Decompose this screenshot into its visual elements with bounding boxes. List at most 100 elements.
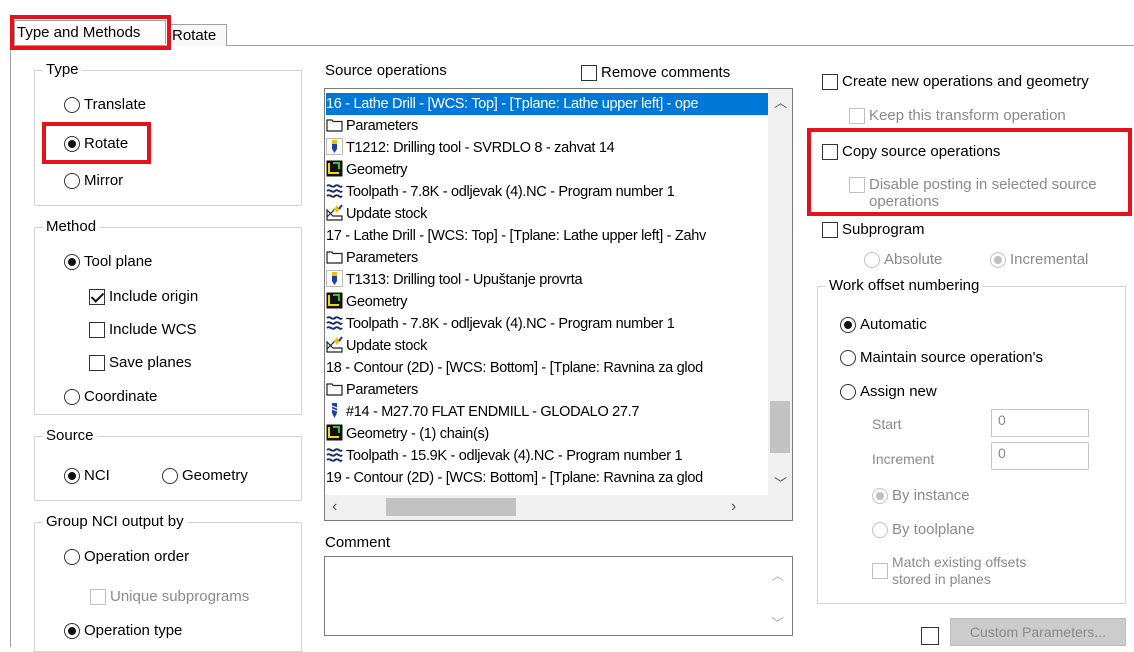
checkbox-disabled [849, 177, 865, 193]
source-operations-rows: 16 - Lathe Drill - [WCS: Top] - [Tplane:… [325, 89, 768, 495]
radio-rotate-label: Rotate [84, 135, 129, 152]
method-group-title: Method [43, 218, 100, 236]
radio-rotate[interactable]: Rotate [64, 135, 128, 152]
checkbox [822, 144, 838, 160]
radio-operation-order-label: Operation order [84, 548, 190, 565]
update-stock-icon [326, 336, 343, 353]
source-operations-list[interactable]: 16 - Lathe Drill - [WCS: Top] - [Tplane:… [324, 88, 793, 521]
radio-absolute-label: Absolute [884, 251, 943, 268]
list-item-text: Geometry [346, 162, 408, 178]
group-nci-title: Group NCI output by [43, 513, 187, 531]
check-disable-posting[interactable]: Disable posting in selected source opera… [849, 176, 1097, 210]
horizontal-scrollbar[interactable]: ‹ › [325, 495, 792, 520]
radio-mirror[interactable]: Mirror [64, 172, 123, 189]
comment-label: Comment [325, 534, 391, 551]
radio-incremental[interactable]: Incremental [990, 251, 1088, 268]
check-unique-subprograms[interactable]: Unique subprograms [90, 588, 249, 605]
radio-translate[interactable]: Translate [64, 96, 146, 113]
radio-dot [840, 383, 856, 400]
check-create-new[interactable]: Create new operations and geometry [822, 73, 1089, 90]
check-copy-source[interactable]: Copy source operations [822, 143, 1000, 160]
tab-type-and-methods[interactable]: Type and Methods [14, 20, 166, 44]
scroll-up-icon[interactable]: ︿ [774, 92, 787, 111]
horizontal-scroll-thumb[interactable] [386, 498, 516, 516]
vertical-scroll-thumb[interactable] [770, 401, 790, 453]
list-item[interactable]: Toolpath - 7.8K - odljevak (4).NC - Prog… [326, 181, 768, 203]
textarea-scroll-down-icon[interactable]: ﹀ [771, 613, 784, 632]
vertical-scrollbar[interactable]: ︿ ﹀ [768, 89, 792, 495]
update-stock-icon [326, 204, 343, 221]
checkbox-disabled [872, 563, 888, 579]
radio-dot-selected [64, 622, 80, 639]
folder-icon [326, 380, 343, 397]
radio-incremental-label: Incremental [1010, 251, 1089, 268]
disable-posting-line-1: Disable posting in selected source [869, 176, 1097, 193]
radio-operation-order[interactable]: Operation order [64, 548, 189, 565]
radio-tool-plane[interactable]: Tool plane [64, 253, 152, 270]
check-subprogram-label: Subprogram [842, 221, 925, 238]
radio-absolute[interactable]: Absolute [864, 251, 942, 268]
radio-dot-disabled-selected [872, 487, 888, 504]
list-item[interactable]: 18 - Contour (2D) - [WCS: Bottom] - [Tpl… [326, 357, 768, 379]
radio-automatic[interactable]: Automatic [840, 316, 927, 333]
list-item-selected[interactable]: 16 - Lathe Drill - [WCS: Top] - [Tplane:… [326, 93, 768, 115]
radio-geometry[interactable]: Geometry [162, 467, 248, 484]
check-subprogram[interactable]: Subprogram [822, 221, 925, 238]
radio-mirror-label: Mirror [84, 172, 124, 189]
list-item[interactable]: Parameters [326, 115, 768, 137]
scroll-right-icon[interactable]: › [731, 498, 736, 516]
radio-tool-plane-label: Tool plane [84, 253, 153, 270]
tab-rotate[interactable]: Rotate [169, 24, 227, 46]
radio-assign-new[interactable]: Assign new [840, 383, 937, 400]
check-remove-comments[interactable]: Remove comments [581, 64, 730, 81]
list-item[interactable]: Toolpath - 15.9K - odljevak (4).NC - Pro… [326, 445, 768, 467]
list-item[interactable]: Parameters [326, 379, 768, 401]
folder-icon [326, 248, 343, 265]
comment-textarea[interactable]: ︿ ﹀ [324, 556, 793, 636]
list-item[interactable]: Geometry [326, 291, 768, 313]
check-custom-parameters[interactable] [921, 626, 943, 645]
list-item[interactable]: Geometry [326, 159, 768, 181]
scroll-down-icon[interactable]: ﹀ [774, 473, 787, 492]
increment-input[interactable]: 0 [991, 442, 1089, 470]
list-item-text: 19 - Contour (2D) - [WCS: Bottom] - [Tpl… [326, 470, 703, 486]
list-item[interactable]: Geometry - (1) chain(s) [326, 423, 768, 445]
radio-automatic-label: Automatic [860, 316, 927, 333]
folder-icon [326, 116, 343, 133]
check-include-wcs[interactable]: Include WCS [89, 321, 197, 338]
check-include-origin-label: Include origin [109, 288, 199, 305]
radio-dot-disabled-selected [990, 251, 1006, 268]
radio-nci[interactable]: NCI [64, 467, 110, 484]
radio-maintain-source[interactable]: Maintain source operation's [840, 349, 1043, 366]
radio-by-instance[interactable]: By instance [872, 487, 970, 504]
radio-operation-type[interactable]: Operation type [64, 622, 182, 639]
check-match-offsets[interactable]: Match existing offsets stored in planes [872, 554, 1026, 588]
check-keep-transform[interactable]: Keep this transform operation [849, 107, 1066, 124]
increment-label: Increment [872, 451, 935, 467]
checkbox [581, 65, 597, 81]
start-input[interactable]: 0 [991, 409, 1089, 437]
list-item-text: 16 - Lathe Drill - [WCS: Top] - [Tplane:… [326, 96, 699, 112]
geometry-icon [326, 160, 343, 177]
check-save-planes[interactable]: Save planes [89, 354, 192, 371]
list-item[interactable]: 17 - Lathe Drill - [WCS: Top] - [Tplane:… [326, 225, 768, 247]
radio-nci-label: NCI [84, 467, 110, 484]
list-item-text: Parameters [346, 382, 418, 398]
list-item[interactable]: Parameters [326, 247, 768, 269]
check-include-origin[interactable]: Include origin [89, 288, 198, 305]
match-offsets-line-2: stored in planes [892, 571, 991, 587]
list-item[interactable]: Update stock [326, 203, 768, 225]
list-item[interactable]: Toolpath - 7.8K - odljevak (4).NC - Prog… [326, 313, 768, 335]
disable-posting-line-2: operations [869, 193, 940, 210]
scroll-left-icon[interactable]: ‹ [332, 498, 337, 516]
list-item[interactable]: T1313: Drilling tool - Upuštanje provrta [326, 269, 768, 291]
custom-parameters-button[interactable]: Custom Parameters... [950, 618, 1126, 646]
radio-by-toolplane[interactable]: By toolplane [872, 521, 975, 538]
list-item[interactable]: #14 - M27.70 FLAT ENDMILL - GLODALO 27.7 [326, 401, 768, 423]
radio-coordinate[interactable]: Coordinate [64, 388, 157, 405]
textarea-scroll-up-icon[interactable]: ︿ [771, 565, 784, 584]
list-item[interactable]: 19 - Contour (2D) - [WCS: Bottom] - [Tpl… [326, 467, 768, 489]
list-item[interactable]: T1212: Drilling tool - SVRDLO 8 - zahvat… [326, 137, 768, 159]
list-item[interactable]: Update stock [326, 335, 768, 357]
list-item-text: Toolpath - 7.8K - odljevak (4).NC - Prog… [346, 184, 675, 200]
